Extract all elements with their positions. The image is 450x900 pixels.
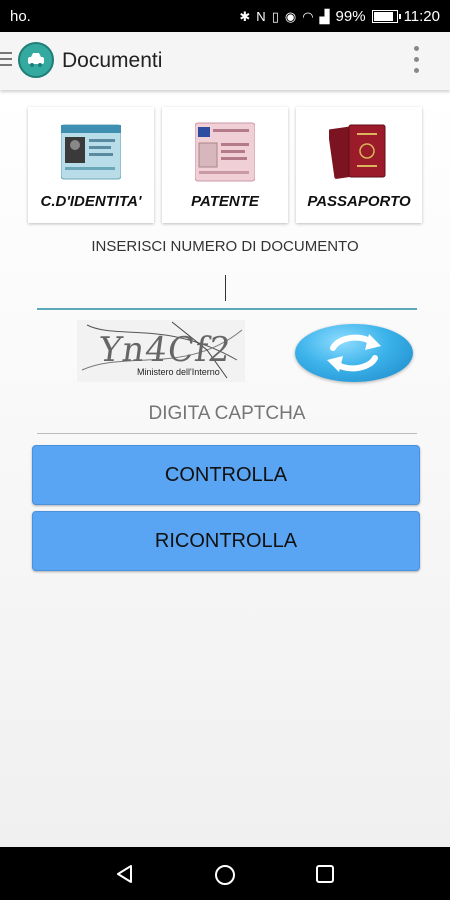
status-bar: ho. ✱ N ▯ ◉ ◠ ▟ 99% 11:20 — [0, 0, 450, 32]
menu-icon[interactable] — [0, 52, 12, 70]
navigation-bar — [0, 847, 450, 900]
doc-card-label: PASSAPORTO — [307, 193, 411, 210]
back-icon[interactable] — [115, 864, 135, 884]
wifi-icon: ◠ — [302, 8, 314, 24]
home-icon[interactable] — [214, 864, 236, 886]
nfc-icon: N — [256, 9, 266, 24]
passport-icon — [327, 121, 389, 183]
doc-card-license[interactable]: PATENTE — [162, 107, 288, 223]
text-cursor — [225, 275, 226, 301]
app-title: Documenti — [62, 49, 163, 72]
app-logo-icon — [18, 42, 54, 78]
captcha-image: Yn4Cf2 Ministero dell'Interno — [77, 320, 245, 382]
status-icons: ✱ N ▯ ◉ ◠ ▟ 99% 11:20 — [239, 8, 440, 25]
bluetooth-icon: ✱ — [239, 8, 251, 24]
signal-icon: ▟ — [319, 8, 330, 24]
doc-card-label: PATENTE — [191, 193, 259, 210]
app-bar: Documenti — [0, 32, 450, 90]
captcha-input[interactable] — [37, 395, 417, 434]
captcha-text: Yn4Cf2 — [96, 330, 235, 370]
carrier-label: ho. — [10, 8, 31, 25]
identity-card-icon — [60, 121, 122, 183]
main-content: C.D'IDENTITA' PATENTE PASSAPORTO INSERIS… — [0, 90, 450, 847]
clock: 11:20 — [403, 8, 440, 25]
overflow-menu-icon[interactable] — [414, 46, 420, 74]
doc-card-label: C.D'IDENTITA' — [40, 193, 142, 210]
battery-icon — [371, 10, 401, 23]
doc-card-identity[interactable]: C.D'IDENTITA' — [28, 107, 154, 223]
recheck-button[interactable]: RICONTROLLA — [32, 511, 420, 571]
document-number-input[interactable] — [37, 270, 417, 310]
captcha-watermark: Ministero dell'Interno — [137, 367, 220, 377]
vibrate-icon: ▯ — [271, 8, 279, 24]
recents-icon[interactable] — [315, 864, 335, 884]
refresh-icon — [327, 334, 381, 372]
doc-card-passport[interactable]: PASSAPORTO — [296, 107, 422, 223]
check-button[interactable]: CONTROLLA — [32, 445, 420, 505]
document-number-label: INSERISCI NUMERO DI DOCUMENTO — [91, 238, 359, 255]
refresh-captcha-button[interactable] — [295, 324, 413, 382]
battery-percent: 99% — [335, 8, 366, 25]
eye-icon: ◉ — [284, 8, 297, 24]
driving-license-icon — [194, 121, 256, 183]
